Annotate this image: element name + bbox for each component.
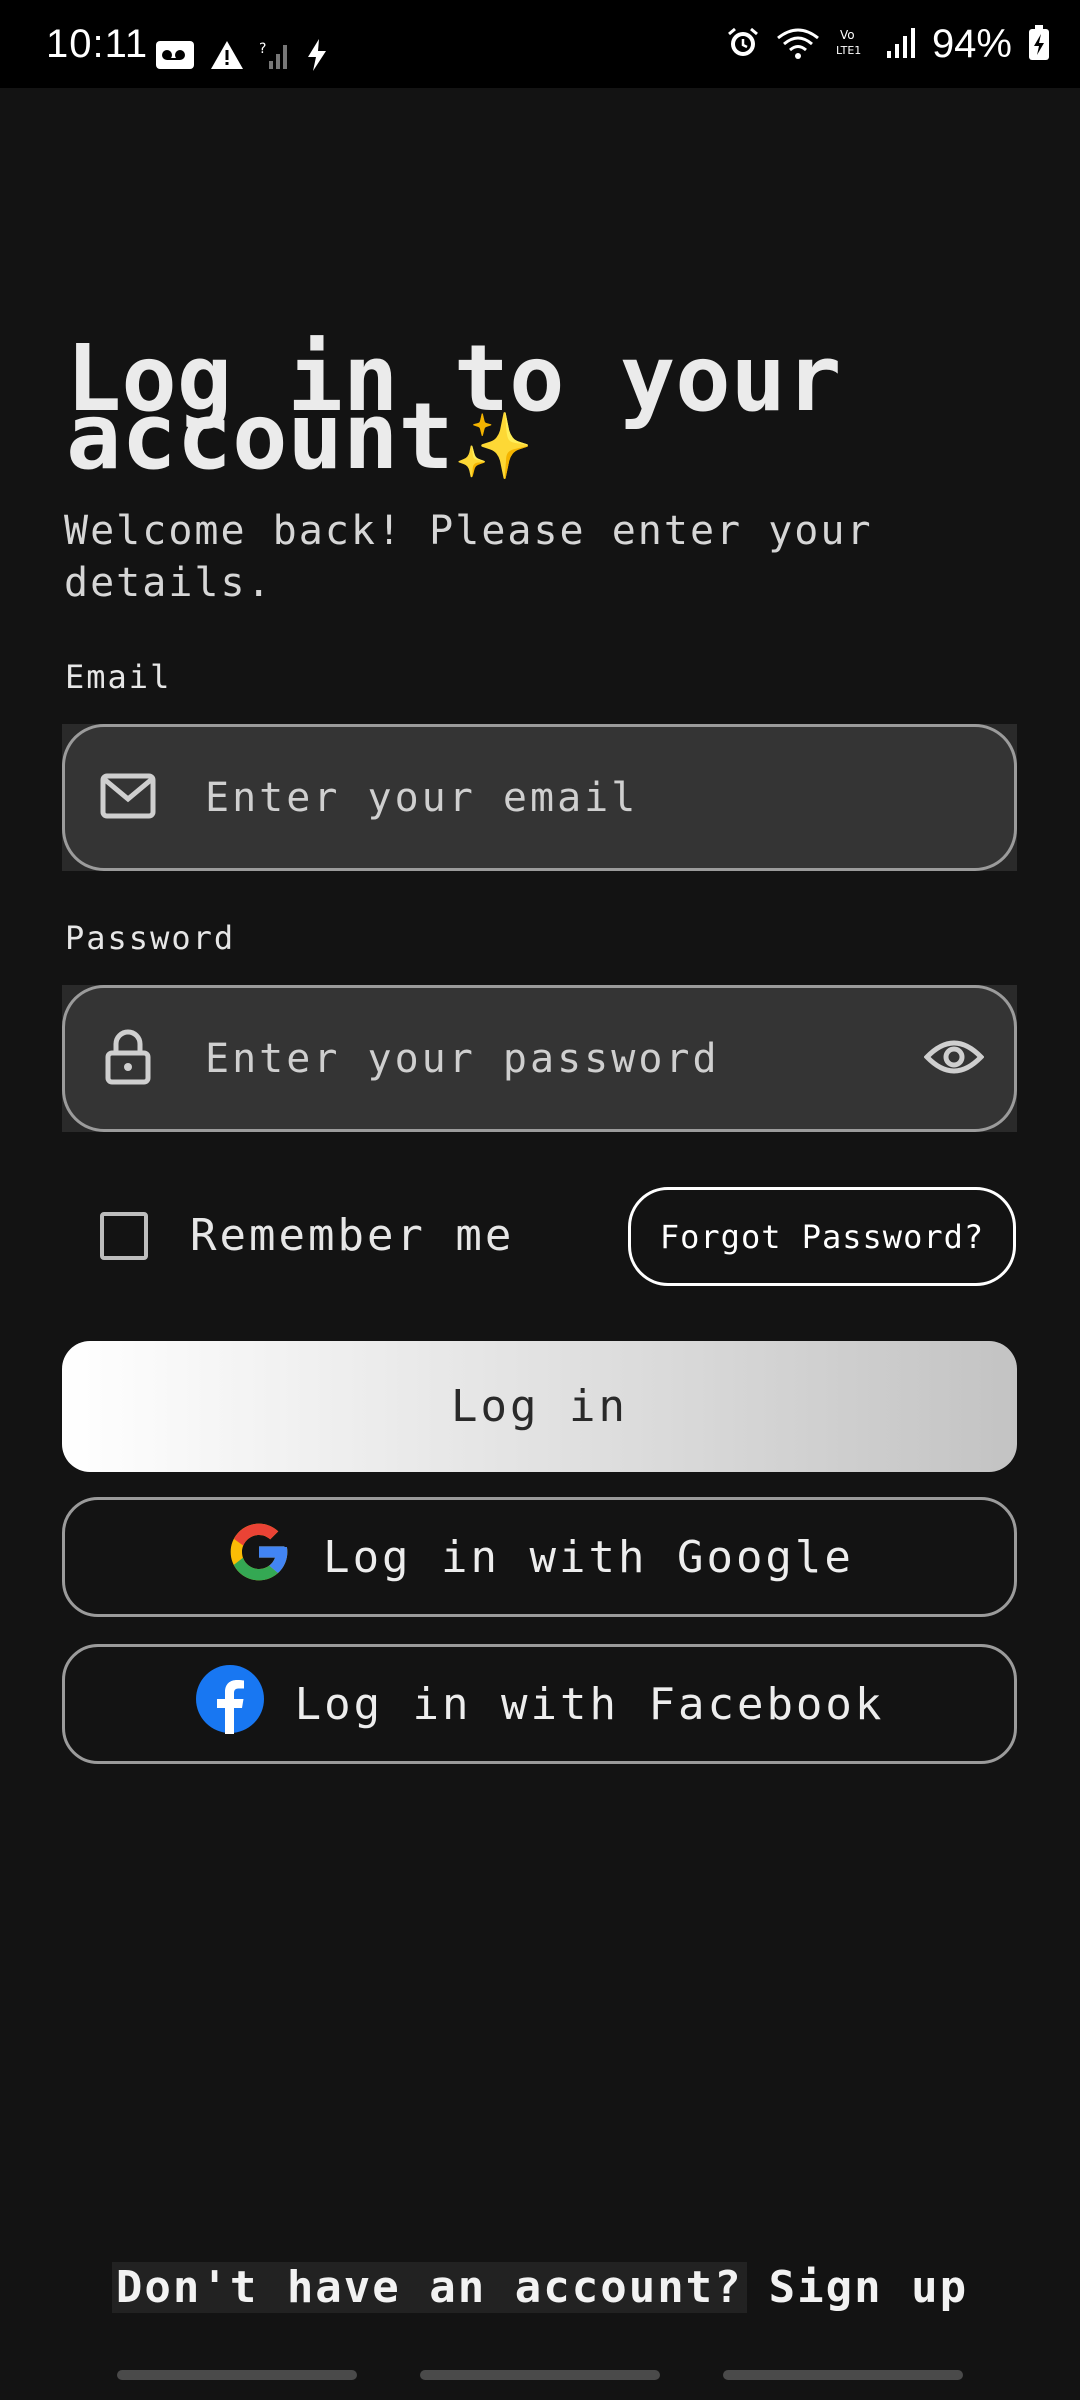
password-placeholder: Enter your password (205, 1035, 720, 1082)
mail-icon (100, 773, 156, 823)
google-icon (225, 1518, 293, 1597)
status-time: 10:11 (46, 22, 149, 66)
warning-icon (209, 39, 245, 75)
svg-text:?: ? (259, 41, 266, 57)
email-label: Email (65, 658, 172, 696)
no-signal-icon: ? (259, 39, 291, 75)
email-field-wrap: Enter your email (62, 724, 1017, 871)
signup-link[interactable]: Sign up (769, 2262, 968, 2313)
forgot-password-button[interactable]: Forgot Password? (628, 1187, 1016, 1286)
signup-prompt: Don't have an account? Sign up (0, 2262, 1080, 2313)
remember-me-label: Remember me (190, 1210, 515, 1261)
page-subtitle: Welcome back! Please enter your details. (64, 508, 873, 606)
wifi-icon (776, 26, 820, 64)
nav-home-handle[interactable] (420, 2370, 660, 2380)
nav-recents-handle[interactable] (117, 2370, 357, 2380)
voicemail-icon (155, 40, 195, 74)
volte-icon: Vo LTE1 (836, 26, 870, 64)
status-bar: 10:11 ? Vo LTE1 94% (0, 0, 1080, 88)
svg-text:LTE1: LTE1 (836, 44, 861, 57)
password-label: Password (65, 919, 236, 957)
login-button[interactable]: Log in (62, 1341, 1017, 1472)
lock-icon (105, 1029, 151, 1089)
signup-question: Don't have an account? (111, 2262, 747, 2313)
password-field[interactable]: Enter your password (62, 985, 1017, 1132)
facebook-login-button[interactable]: Log in with Facebook (62, 1644, 1017, 1764)
facebook-login-label: Log in with Facebook (294, 1678, 885, 1730)
google-login-button[interactable]: Log in with Google (62, 1497, 1017, 1617)
gesture-nav-bar (0, 2370, 1080, 2380)
google-login-label: Log in with Google (323, 1531, 854, 1583)
password-field-wrap: Enter your password (62, 985, 1017, 1132)
signal-icon (886, 27, 916, 63)
nav-back-handle[interactable] (723, 2370, 963, 2380)
status-left-icons: ? (155, 38, 329, 76)
facebook-icon (195, 1664, 265, 1745)
remember-me-checkbox[interactable] (100, 1211, 148, 1260)
sparkles-icon: ✨ (453, 410, 534, 484)
charging-icon (305, 38, 329, 76)
email-placeholder: Enter your email (205, 774, 639, 821)
battery-percent: 94% (931, 22, 1012, 66)
status-right: Vo LTE1 94% (726, 22, 1050, 67)
alarm-icon (726, 26, 760, 64)
email-field[interactable]: Enter your email (62, 724, 1017, 871)
show-password-eye-icon[interactable] (923, 1037, 985, 1081)
remember-me[interactable]: Remember me (100, 1210, 514, 1261)
svg-text:Vo: Vo (840, 28, 855, 42)
page-title: Log in to your account✨ (66, 333, 1016, 483)
battery-icon (1028, 24, 1050, 65)
